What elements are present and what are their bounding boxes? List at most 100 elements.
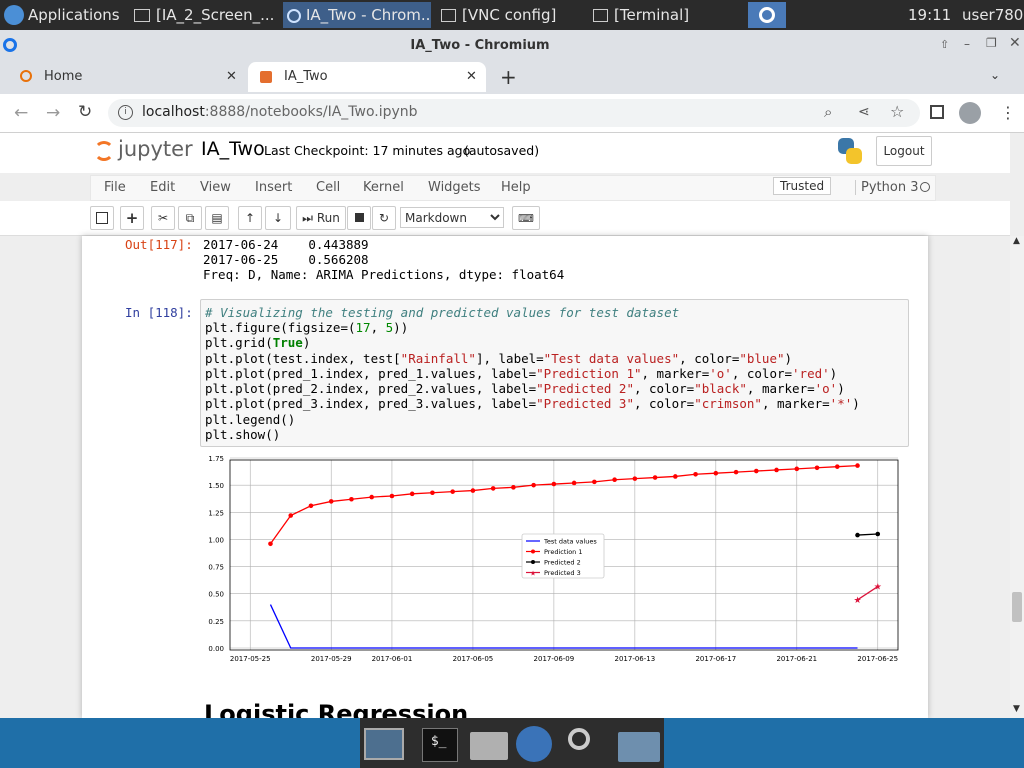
- paste-button[interactable]: ▤: [205, 206, 229, 230]
- legend-marker: [531, 549, 535, 554]
- x-tick-label: 2017-06-21: [776, 655, 817, 663]
- scroll-up-icon[interactable]: ▲: [1013, 236, 1020, 246]
- move-down-button[interactable]: ↓: [265, 206, 291, 230]
- window-titlebar: IA_Two - Chromium ⇧ – ❐ ✕: [0, 30, 1024, 60]
- run-icon: ⏭: [302, 211, 313, 225]
- data-point: [409, 491, 415, 497]
- x-tick-label: 2017-06-09: [534, 655, 575, 663]
- legend-marker: ★: [530, 570, 536, 578]
- menu-widgets[interactable]: Widgets: [428, 180, 481, 195]
- jupyter-logo-icon[interactable]: [94, 138, 114, 164]
- checkpoint-status: Last Checkpoint: 17 minutes ago: [264, 143, 471, 158]
- task-chromium[interactable]: IA_Two - Chrom...: [283, 2, 431, 28]
- show-desktop-icon[interactable]: [364, 728, 404, 760]
- jupyter-tab-icon: [260, 71, 272, 83]
- data-point: [389, 493, 395, 499]
- menu-kernel[interactable]: Kernel: [363, 180, 404, 195]
- data-point: [450, 489, 455, 494]
- workspace-switcher[interactable]: [748, 2, 786, 28]
- code-line: plt.plot(pred_3.index, pred_3.values, la…: [205, 396, 860, 411]
- menu-help[interactable]: Help: [501, 180, 531, 195]
- app-finder-icon[interactable]: [568, 728, 590, 750]
- menu-kebab-icon[interactable]: ⋮: [1000, 103, 1016, 122]
- scroll-thumb[interactable]: [1012, 592, 1022, 622]
- data-point: [855, 463, 860, 468]
- menu-cell[interactable]: Cell: [316, 180, 340, 195]
- jupyter-logo-text[interactable]: jupyter: [118, 137, 193, 161]
- applications-menu[interactable]: Applications: [0, 2, 124, 28]
- top-panel: Applications [IA_2_Screen_... IA_Two - C…: [0, 0, 1024, 30]
- code-line: plt.show(): [205, 427, 281, 442]
- save-button[interactable]: [90, 206, 114, 230]
- data-point: [349, 496, 354, 502]
- task-vnc-config[interactable]: [VNC config]: [437, 2, 583, 28]
- minimize-icon[interactable]: –: [964, 37, 970, 51]
- cut-button[interactable]: ✂: [151, 206, 175, 230]
- home-folder-icon[interactable]: [470, 732, 508, 760]
- x-tick-label: 2017-06-01: [372, 655, 413, 663]
- terminal-icon: [593, 9, 608, 22]
- maximize-icon[interactable]: ❐: [986, 36, 997, 50]
- kernel-status-icon: [920, 182, 930, 192]
- page-scrollbar[interactable]: ▲ ▼: [1010, 236, 1024, 718]
- arrow-up-icon: ↑: [244, 211, 256, 225]
- data-point: [693, 471, 698, 477]
- menu-edit[interactable]: Edit: [150, 180, 175, 195]
- files-icon[interactable]: [618, 732, 660, 762]
- insert-cell-button[interactable]: +: [120, 206, 144, 230]
- profile-icon[interactable]: [959, 102, 981, 124]
- tab-search-icon[interactable]: ⌄: [990, 68, 1000, 82]
- y-tick-label: 1.75: [208, 455, 224, 463]
- bookmark-star-icon[interactable]: ☆: [890, 102, 904, 121]
- logout-button[interactable]: Logout: [876, 136, 932, 166]
- data-point: ★: [874, 583, 882, 593]
- task-terminal[interactable]: [Terminal]: [589, 2, 737, 28]
- jupyter-menubar: File Edit View Insert Cell Kernel Widget…: [90, 175, 936, 201]
- restart-icon: ↻: [378, 211, 390, 225]
- restart-button[interactable]: ↻: [372, 206, 396, 230]
- paste-icon: ▤: [211, 211, 223, 225]
- user-menu[interactable]: user780: [962, 2, 1024, 28]
- chromium-icon: [759, 7, 775, 23]
- tab-home[interactable]: Home ✕: [8, 62, 244, 92]
- terminal-launcher-icon[interactable]: $_: [422, 728, 458, 762]
- y-tick-label: 1.50: [208, 482, 224, 490]
- copy-button[interactable]: ⧉: [178, 206, 202, 230]
- share-icon[interactable]: ⋖: [858, 104, 870, 120]
- run-button[interactable]: ⏭ Run: [296, 206, 346, 230]
- kernel-name[interactable]: Python 3: [855, 180, 918, 195]
- legend-label: Prediction 1: [544, 548, 583, 556]
- clock[interactable]: 19:11: [908, 2, 956, 28]
- scroll-down-icon[interactable]: ▼: [1013, 704, 1020, 714]
- code-cell-editor[interactable]: # Visualizing the testing and predicted …: [200, 299, 909, 447]
- command-palette-button[interactable]: ⌨: [512, 206, 540, 230]
- tab-ia-two[interactable]: IA_Two ✕: [248, 62, 486, 92]
- back-icon[interactable]: ←: [14, 103, 28, 123]
- y-tick-label: 0.75: [208, 564, 224, 572]
- trusted-badge[interactable]: Trusted: [773, 177, 832, 195]
- tab-close-icon[interactable]: ✕: [466, 62, 477, 92]
- menu-view[interactable]: View: [200, 180, 231, 195]
- interrupt-button[interactable]: [347, 206, 371, 230]
- notebook-name[interactable]: IA_Two: [201, 138, 265, 160]
- address-bar[interactable]: i localhost:8888/notebooks/IA_Two.ipynb …: [108, 99, 920, 127]
- tab-close-icon[interactable]: ✕: [226, 62, 237, 92]
- legend-label: Predicted 2: [544, 559, 581, 567]
- raise-icon[interactable]: ⇧: [940, 38, 949, 51]
- side-panel-icon[interactable]: [930, 105, 944, 119]
- forward-icon[interactable]: →: [46, 103, 60, 123]
- reload-icon[interactable]: ↻: [78, 102, 92, 122]
- code-line: plt.figure(figsize=(17, 5)): [205, 320, 409, 335]
- menu-insert[interactable]: Insert: [255, 180, 292, 195]
- web-browser-icon[interactable]: [516, 726, 552, 762]
- menu-file[interactable]: File: [104, 180, 126, 195]
- move-up-button[interactable]: ↑: [238, 206, 262, 230]
- code-line: plt.plot(test.index, test["Rainfall"], l…: [205, 351, 793, 366]
- task-screenshots[interactable]: [IA_2_Screen_...: [130, 2, 276, 28]
- data-point: [470, 488, 476, 493]
- zoom-icon[interactable]: ⌕: [824, 103, 832, 121]
- close-icon[interactable]: ✕: [1009, 35, 1021, 51]
- cell-type-select[interactable]: Markdown: [400, 207, 504, 228]
- new-tab-icon[interactable]: +: [500, 65, 517, 89]
- copy-icon: ⧉: [185, 211, 195, 225]
